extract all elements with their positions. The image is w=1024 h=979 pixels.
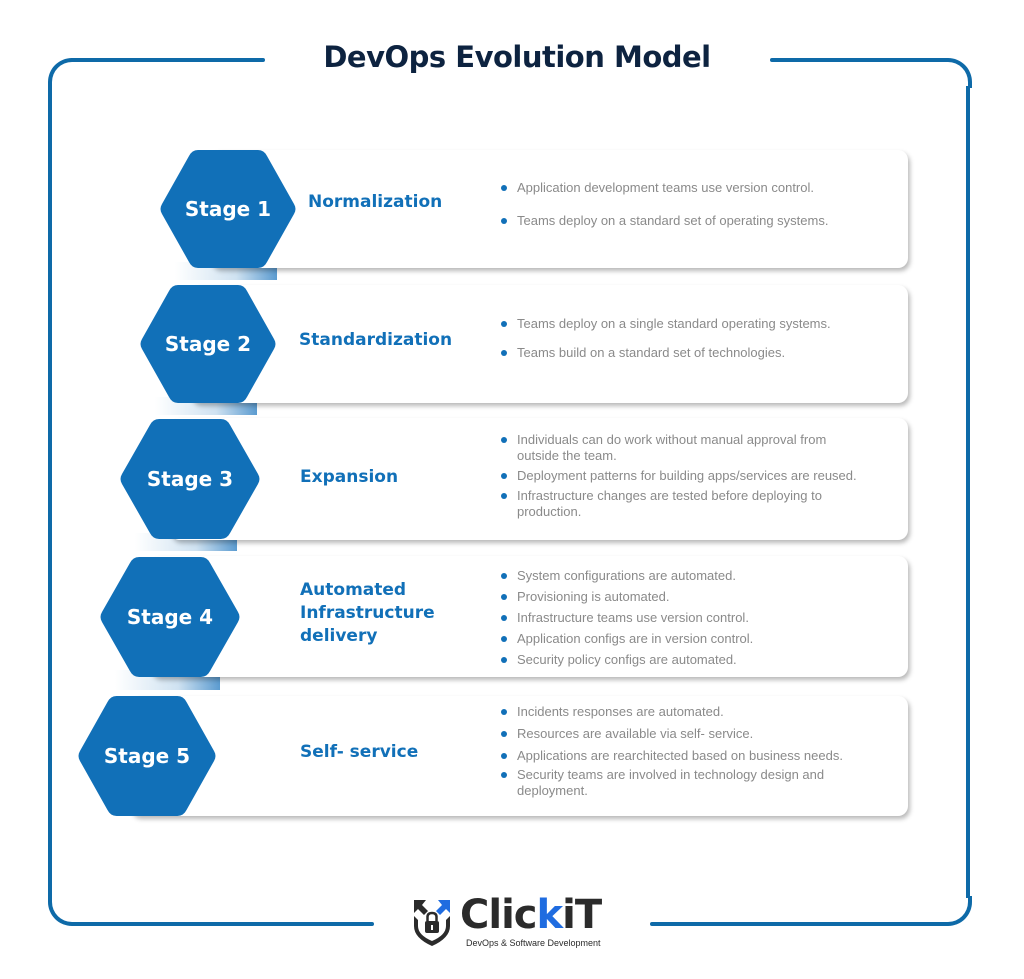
bullet-item: Application configs are in version contr… xyxy=(500,631,870,647)
stage-2-name: Standardization xyxy=(299,330,453,350)
frame-corner-bl xyxy=(48,896,78,926)
bullet-item: System configurations are automated. xyxy=(500,568,870,584)
logo-wordmark: ClickiT xyxy=(460,892,602,938)
bullet-item: Teams build on a standard set of technol… xyxy=(500,345,870,361)
stage-3-label: Stage 3 xyxy=(146,467,234,491)
frame-bottom-right-line xyxy=(650,922,944,926)
shield-lock-icon xyxy=(414,900,450,946)
logo-word-prefix: Clic xyxy=(460,892,537,938)
bullet-item: Teams deploy on a single standard operat… xyxy=(500,316,870,332)
bullet-item: Application development teams use versio… xyxy=(500,180,870,196)
bullet-item: Resources are available via self- servic… xyxy=(500,726,860,742)
stage-3-hexagon: Stage 3 xyxy=(120,417,260,541)
stage-1-hexagon: Stage 1 xyxy=(160,148,296,270)
bullet-item: Individuals can do work without manual a… xyxy=(500,432,860,464)
stage-5-hexagon: Stage 5 xyxy=(78,694,216,818)
frame-corner-br xyxy=(942,896,972,926)
logo-word-suffix: iT xyxy=(562,892,602,938)
stage-4-name: Automated Infrastructure delivery xyxy=(300,579,435,648)
stage-3-name: Expansion xyxy=(300,467,399,487)
frame-bottom-left-line xyxy=(76,922,374,926)
stage-1-label: Stage 1 xyxy=(184,197,272,221)
stage-5-name: Self- service xyxy=(300,742,419,762)
bullet-item: Incidents responses are automated. xyxy=(500,704,860,720)
stage-1-bullets: Application development teams use versio… xyxy=(500,180,870,229)
stage-4-label: Stage 4 xyxy=(126,605,214,629)
bullet-item: Applications are rearchitected based on … xyxy=(500,748,860,764)
stage-5-bullets: Incidents responses are automated. Resou… xyxy=(500,704,860,799)
bullet-item: Security policy configs are automated. xyxy=(500,652,870,668)
bullet-item: Provisioning is automated. xyxy=(500,589,870,605)
clickit-logo: ClickiT DevOps & Software Development xyxy=(410,892,620,952)
logo-tagline: DevOps & Software Development xyxy=(466,938,601,948)
frame-right-line xyxy=(966,86,970,898)
logo-word-k: k xyxy=(536,892,564,938)
stage-4-hexagon: Stage 4 xyxy=(100,555,240,679)
stage-2-hexagon: Stage 2 xyxy=(140,283,276,405)
stage-5-label: Stage 5 xyxy=(103,744,191,768)
page-title: DevOps Evolution Model xyxy=(323,40,711,74)
stage-3-bullets: Individuals can do work without manual a… xyxy=(500,432,860,520)
stage-2-label: Stage 2 xyxy=(164,332,252,356)
stage-4-bullets: System configurations are automated. Pro… xyxy=(500,568,870,668)
stage-2-bullets: Teams deploy on a single standard operat… xyxy=(500,316,870,361)
stage-4-name-line: Automated xyxy=(300,580,407,600)
stage-4-name-line: Infrastructure xyxy=(300,603,435,623)
bullet-item: Teams deploy on a standard set of operat… xyxy=(500,213,870,229)
stage-4-name-line: delivery xyxy=(300,626,378,646)
bullet-item: Infrastructure changes are tested before… xyxy=(500,488,860,520)
frame-left-line xyxy=(48,86,52,898)
bullet-item: Deployment patterns for building apps/se… xyxy=(500,468,860,484)
stage-1-name: Normalization xyxy=(308,192,443,212)
bullet-item: Infrastructure teams use version control… xyxy=(500,610,870,626)
bullet-item: Security teams are involved in technolog… xyxy=(500,767,860,799)
